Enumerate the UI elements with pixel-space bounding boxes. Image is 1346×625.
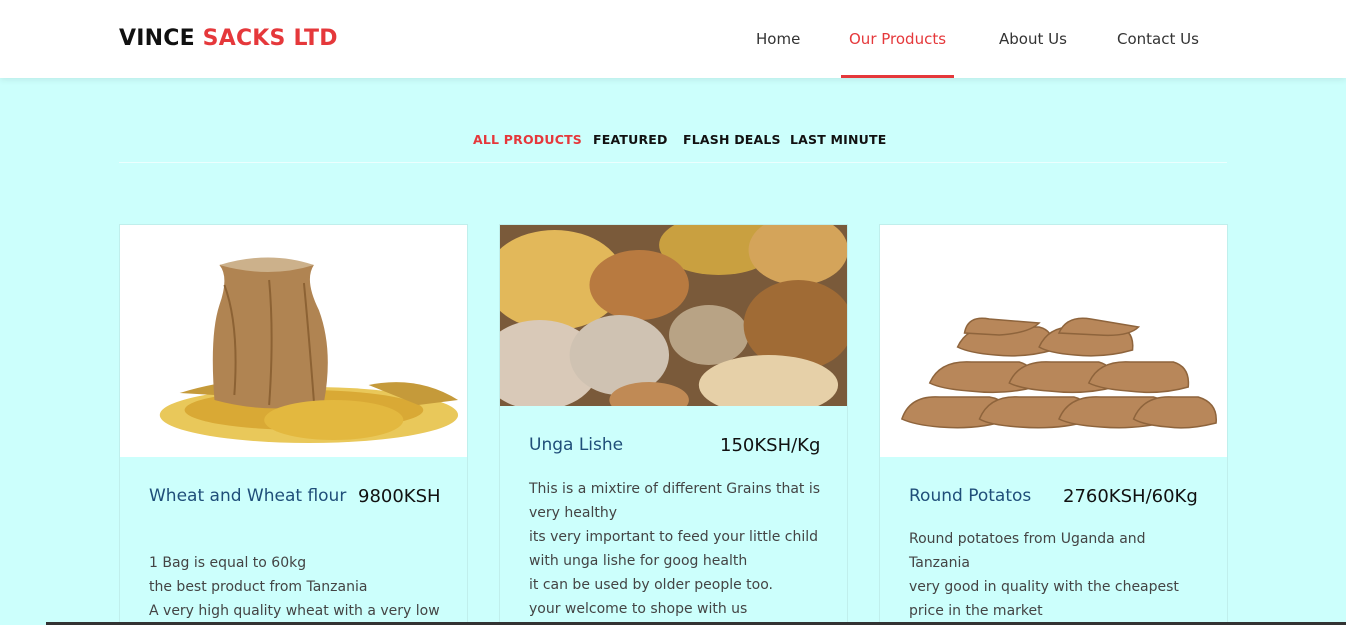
brand-name-part1: VINCE: [119, 26, 203, 51]
nav-contact-us[interactable]: Contact Us: [1117, 0, 1199, 78]
description-line: This is a mixtire of different Grains th…: [529, 481, 821, 497]
filter-featured[interactable]: FEATURED: [593, 132, 668, 147]
product-title: Wheat and Wheat flour: [149, 486, 347, 506]
product-description: Round potatoes from Uganda and Tanzania …: [909, 527, 1217, 623]
product-description: This is a mixtire of different Grains th…: [529, 477, 837, 621]
filter-flash-deals[interactable]: FLASH DEALS: [683, 132, 781, 147]
nav-about-us[interactable]: About Us: [999, 0, 1067, 78]
product-image-unga-lishe: [500, 225, 847, 406]
description-line: with unga lishe for goog health: [529, 553, 748, 569]
description-line: Tanzania: [909, 555, 970, 571]
product-card-unga-lishe[interactable]: Unga Lishe 150KSH/Kg This is a mixtire o…: [499, 224, 848, 625]
product-image-round-potatos: [880, 225, 1227, 457]
product-price: 150KSH/Kg: [720, 435, 821, 456]
description-line: Round potatoes from Uganda and: [909, 531, 1146, 547]
description-line: very good in quality with the cheapest: [909, 579, 1179, 595]
description-line: very healthy: [529, 505, 617, 521]
product-description: 1 Bag is equal to 60kg the best product …: [149, 551, 457, 623]
product-price: 2760KSH/60Kg: [1063, 486, 1198, 507]
brand-name-part2: SACKS LTD: [202, 26, 338, 51]
product-card-round-potatos[interactable]: Round Potatos 2760KSH/60Kg Round potatoe…: [879, 224, 1228, 625]
product-title: Unga Lishe: [529, 435, 624, 455]
filter-divider: [119, 162, 1227, 163]
filter-all-products[interactable]: ALL PRODUCTS: [473, 132, 582, 147]
brand-logo[interactable]: VINCE SACKS LTD: [119, 26, 338, 51]
description-line: 1 Bag is equal to 60kg: [149, 555, 307, 571]
nav-our-products[interactable]: Our Products: [840, 0, 955, 78]
description-line: its very important to feed your little c…: [529, 529, 819, 545]
description-line: your welcome to shope with us: [529, 601, 748, 617]
description-line: price in the market: [909, 603, 1043, 619]
filter-last-minute[interactable]: LAST MINUTE: [790, 132, 887, 147]
description-line: A very high quality wheat with a very lo…: [149, 603, 440, 619]
description-line: the best product from Tanzania: [149, 579, 368, 595]
nav-home[interactable]: Home: [756, 0, 800, 78]
product-image-wheat: [120, 225, 467, 457]
description-line: it can be used by older people too.: [529, 577, 774, 593]
product-title: Round Potatos: [909, 486, 1032, 506]
product-price: 9800KSH: [358, 486, 441, 507]
product-card-wheat[interactable]: Wheat and Wheat flour 9800KSH 1 Bag is e…: [119, 224, 468, 625]
site-header: VINCE SACKS LTD Home Our Products About …: [0, 0, 1346, 78]
